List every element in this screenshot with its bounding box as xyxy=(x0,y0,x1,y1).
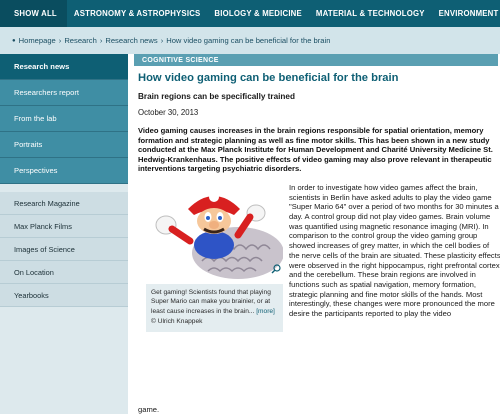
sidebar-item-from-the-lab[interactable]: From the lab xyxy=(0,106,128,132)
image-credit: © Ulrich Knappek xyxy=(151,318,203,326)
sidebar-item-max-planck-films[interactable]: Max Planck Films xyxy=(0,215,128,238)
breadcrumb-homepage[interactable]: Homepage xyxy=(19,36,56,45)
sidebar-item-research-news[interactable]: Research news xyxy=(0,54,128,80)
article-figure: Get gaming! Scientists found that playin… xyxy=(146,182,284,332)
top-navigation: SHOW ALL ASTRONOMY & ASTROPHYSICS BIOLOG… xyxy=(0,0,500,27)
sidebar-item-researchers-report[interactable]: Researchers report xyxy=(0,80,128,106)
sidebar-secondary-nav: Research Magazine Max Planck Films Image… xyxy=(0,192,128,307)
article-subtitle: Brain regions can be specifically traine… xyxy=(138,92,295,101)
article-image[interactable] xyxy=(146,182,284,279)
article-date: October 30, 2013 xyxy=(138,108,199,117)
breadcrumb-current: How video gaming can be beneficial for t… xyxy=(166,36,331,45)
article: COGNITIVE SCIENCE How video gaming can b… xyxy=(128,54,500,414)
article-lead: Video gaming causes increases in the bra… xyxy=(138,126,493,174)
nav-environment[interactable]: ENVIRONMENT & xyxy=(432,0,500,27)
nav-show-all[interactable]: SHOW ALL xyxy=(0,0,67,27)
breadcrumb-research-news[interactable]: Research news xyxy=(105,36,157,45)
sidebar-primary-nav: Research news Researchers report From th… xyxy=(0,54,128,184)
sidebar-item-portraits[interactable]: Portraits xyxy=(0,132,128,158)
sidebar-gap xyxy=(0,184,128,192)
breadcrumb-arrow-icon: › xyxy=(99,36,103,45)
sidebar-item-research-magazine[interactable]: Research Magazine xyxy=(0,192,128,215)
breadcrumb-research[interactable]: Research xyxy=(64,36,97,45)
nav-astronomy[interactable]: ASTRONOMY & ASTROPHYSICS xyxy=(67,0,208,27)
nav-material-technology[interactable]: MATERIAL & TECHNOLOGY xyxy=(309,0,432,27)
image-caption: Get gaming! Scientists found that playin… xyxy=(146,283,283,332)
mario-illustration xyxy=(155,191,284,279)
article-body: In order to investigate how video games … xyxy=(289,182,500,319)
breadcrumb: ● Homepage › Research › Research news › … xyxy=(0,27,500,54)
sidebar: Research news Researchers report From th… xyxy=(0,54,128,414)
sidebar-item-perspectives[interactable]: Perspectives xyxy=(0,158,128,184)
zoom-icon[interactable] xyxy=(271,261,281,279)
sidebar-item-on-location[interactable]: On Location xyxy=(0,261,128,284)
bullet-icon: ● xyxy=(12,37,16,44)
caption-more-link[interactable]: [more] xyxy=(256,308,275,315)
breadcrumb-arrow-icon: › xyxy=(160,36,164,45)
category-label: COGNITIVE SCIENCE xyxy=(134,54,498,66)
article-body-end: game. xyxy=(138,405,160,414)
sidebar-item-images-of-science[interactable]: Images of Science xyxy=(0,238,128,261)
caption-text: Get gaming! Scientists found that playin… xyxy=(151,288,271,315)
sidebar-item-yearbooks[interactable]: Yearbooks xyxy=(0,284,128,307)
nav-biology-medicine[interactable]: BIOLOGY & MEDICINE xyxy=(207,0,309,27)
article-title: How video gaming can be beneficial for t… xyxy=(138,72,399,84)
breadcrumb-arrow-icon: › xyxy=(58,36,62,45)
